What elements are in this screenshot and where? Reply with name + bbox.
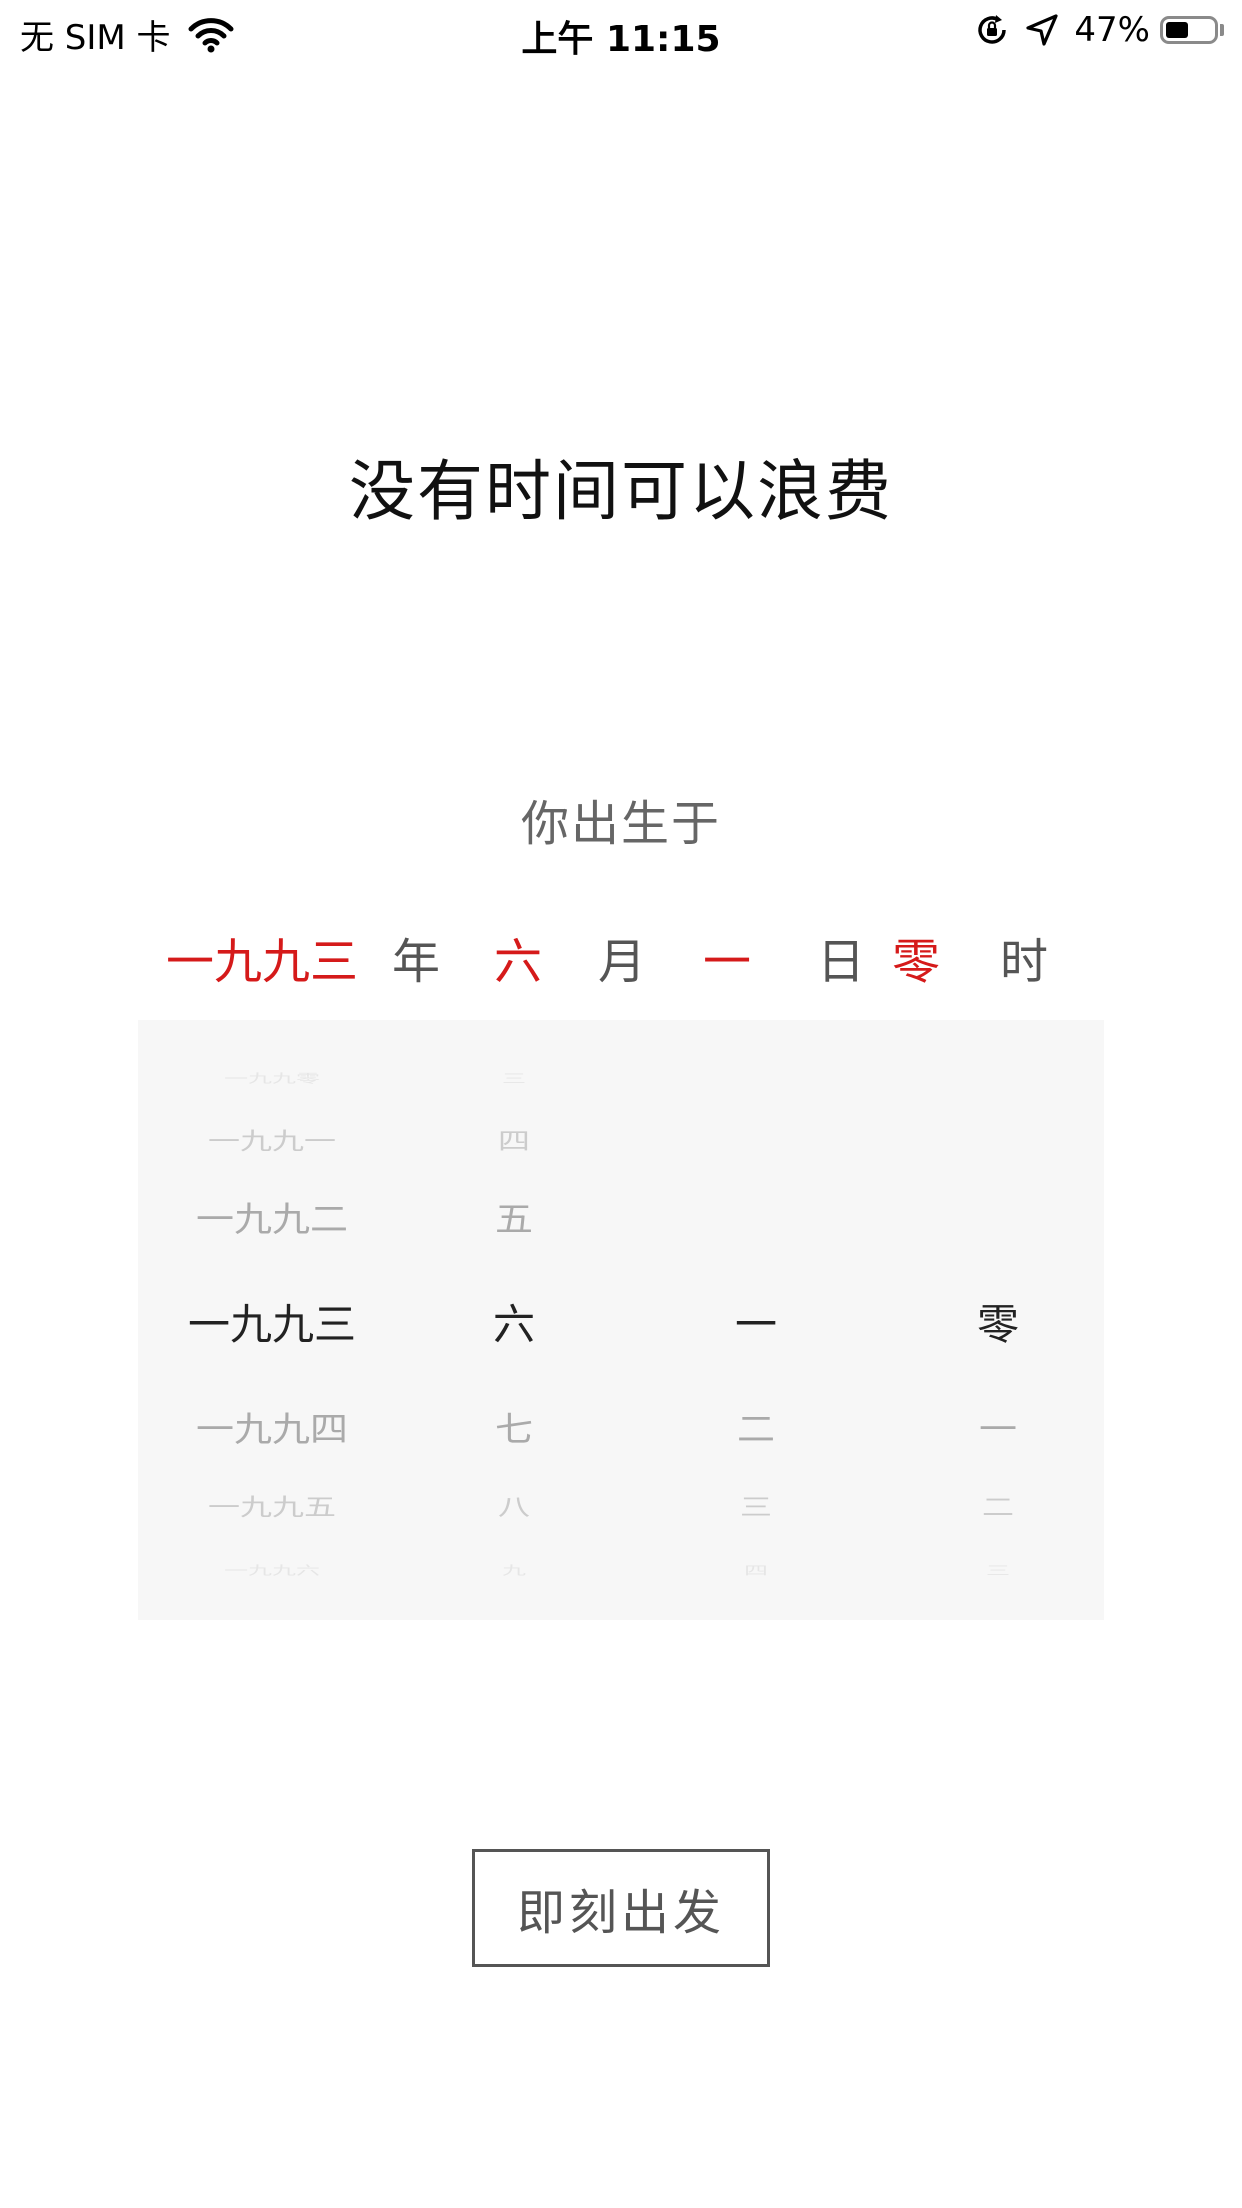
hour-wheel-item[interactable]: 一 <box>878 1408 1104 1452</box>
selected-day: 一 <box>703 934 752 990</box>
status-bar: 无 SIM 卡 上午 11:15 47% <box>0 0 1242 64</box>
battery-icon <box>1160 14 1226 46</box>
year-wheel-item[interactable]: 一九九三 <box>152 1298 392 1353</box>
battery-fill <box>1166 22 1188 38</box>
selected-month: 六 <box>494 934 543 990</box>
year-unit: 年 <box>392 934 441 990</box>
month-wheel-item[interactable]: 九 <box>394 1563 634 1579</box>
day-wheel-item[interactable]: 二 <box>636 1408 876 1452</box>
birth-prompt: 你出生于 <box>520 796 721 852</box>
month-wheel-item[interactable]: 四 <box>394 1127 634 1157</box>
month-wheel[interactable]: 三四五六七八九 <box>394 1020 634 1620</box>
start-button[interactable]: 即刻出发 <box>472 1849 770 1967</box>
month-wheel-item[interactable]: 六 <box>394 1298 634 1353</box>
day-wheel-item[interactable]: 三 <box>636 1493 876 1523</box>
month-wheel-item[interactable]: 七 <box>394 1408 634 1452</box>
year-wheel-item[interactable]: 一九九五 <box>152 1493 392 1523</box>
hour-wheel-item[interactable]: 三 <box>878 1563 1104 1579</box>
month-unit: 月 <box>598 934 647 990</box>
year-wheel-item[interactable]: 一九九四 <box>152 1408 392 1452</box>
hour-unit: 时 <box>1000 934 1049 990</box>
year-wheel-item[interactable]: 一九九六 <box>152 1563 392 1579</box>
hour-wheel[interactable]: 零一二三 <box>878 1020 1104 1620</box>
year-wheel-item[interactable]: 一九九一 <box>152 1127 392 1157</box>
month-wheel-item[interactable]: 五 <box>394 1198 634 1242</box>
battery-percent: 47% <box>1074 10 1150 50</box>
selected-hour: 零 <box>892 934 941 990</box>
date-picker[interactable]: 一九九零 一九九一 一九九二 一九九三 一九九四 一九九五 一九九六 三四五六七八九 一二三… <box>138 1020 1104 1620</box>
year-wheel-item[interactable]: 一九九二 <box>152 1198 392 1242</box>
year-wheel[interactable]: 一九九零一九九一一九九二一九九三一九九四一九九五一九九六 <box>152 1020 392 1620</box>
status-right: 47% <box>974 10 1226 50</box>
day-unit: 日 <box>817 934 866 990</box>
hour-wheel-item[interactable]: 零 <box>878 1298 1104 1353</box>
orientation-lock-icon <box>978 15 1007 44</box>
day-wheel-item[interactable]: 四 <box>636 1563 876 1579</box>
year-wheel-item[interactable]: 一九九零 <box>152 1071 392 1087</box>
location-arrow-icon <box>1026 14 1059 46</box>
day-wheel-item[interactable]: 一 <box>636 1298 876 1353</box>
page-title: 没有时间可以浪费 <box>349 453 893 530</box>
selected-year: 一九九三 <box>166 934 359 990</box>
hour-wheel-item[interactable]: 二 <box>878 1493 1104 1523</box>
month-wheel-item[interactable]: 三 <box>394 1071 634 1087</box>
month-wheel-item[interactable]: 八 <box>394 1493 634 1523</box>
day-wheel[interactable]: 一二三四 <box>636 1020 876 1620</box>
